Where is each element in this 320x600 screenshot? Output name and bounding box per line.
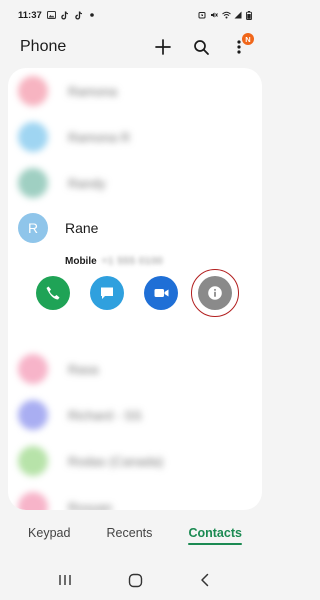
phone-icon — [46, 286, 60, 300]
notification-badge: N — [242, 33, 254, 45]
avatar — [18, 122, 48, 152]
dot-icon — [89, 11, 98, 19]
home-button[interactable] — [123, 568, 147, 592]
contact-name: Randy — [68, 175, 106, 191]
contact-row[interactable]: Ramona R — [8, 114, 262, 160]
contact-row[interactable]: Richard - SS — [8, 392, 262, 438]
wifi-icon — [222, 11, 231, 19]
contact-name: Rodas (Canada) — [68, 453, 164, 469]
gallery-icon — [46, 11, 56, 19]
avatar — [18, 354, 48, 384]
video-camera-icon — [154, 289, 168, 297]
call-button[interactable] — [36, 276, 70, 310]
tab-keypad[interactable]: Keypad — [20, 520, 78, 546]
status-bar: 11:37 — [0, 0, 270, 30]
contact-name: Rasa — [68, 361, 99, 377]
blurred-contacts-top: Ramona Ramona R Randy — [8, 68, 262, 206]
contact-actions — [8, 269, 262, 317]
alarm-icon — [198, 11, 206, 19]
avatar — [18, 400, 48, 430]
message-icon — [101, 287, 113, 299]
status-left: 11:37 — [18, 10, 98, 21]
contact-row[interactable]: Rasa — [8, 346, 262, 392]
more-options-button[interactable]: N — [228, 33, 254, 58]
tiktok-icon — [61, 11, 70, 20]
app-header: Phone N — [0, 30, 270, 64]
search-icon — [193, 39, 209, 55]
contact-name: Ramona — [68, 83, 118, 99]
contact-row[interactable]: Ramona — [8, 68, 262, 114]
avatar — [18, 446, 48, 476]
avatar — [18, 492, 48, 510]
contact-row[interactable]: Randy — [8, 160, 262, 206]
battery-icon — [246, 11, 254, 20]
contact-name: Ramona R — [68, 129, 131, 145]
signal-icon — [234, 11, 242, 19]
tab-recents[interactable]: Recents — [99, 520, 161, 546]
more-vertical-icon — [237, 40, 241, 54]
plus-icon — [155, 39, 171, 55]
system-nav-bar — [0, 560, 270, 600]
bottom-tab-bar: Keypad Recents Contacts — [0, 512, 270, 554]
mute-icon — [210, 11, 218, 19]
tiktok-icon — [75, 11, 84, 20]
contact-info-button[interactable] — [191, 269, 239, 317]
avatar: R — [18, 213, 48, 243]
status-right — [198, 11, 254, 20]
number-label: Mobile — [65, 256, 97, 267]
home-icon — [128, 573, 142, 587]
page-title: Phone — [20, 38, 67, 55]
contact-name: Roxyan — [68, 499, 113, 511]
tab-contacts[interactable]: Contacts — [180, 520, 249, 546]
avatar — [18, 168, 48, 198]
contact-header[interactable]: R Rane — [8, 212, 262, 244]
recent-apps-icon — [59, 575, 71, 585]
avatar — [18, 76, 48, 106]
contact-name: Richard - SS — [68, 407, 142, 423]
highlight-circle — [191, 269, 239, 317]
contact-number-row: Mobile +1 555 0100 — [8, 256, 262, 267]
contact-row[interactable]: Roxyan — [8, 484, 262, 510]
back-chevron-icon — [201, 573, 209, 587]
contact-list[interactable]: Ramona Ramona R Randy R Rane Mobile +1 555… — [8, 68, 262, 510]
status-time: 11:37 — [18, 9, 42, 21]
video-call-button[interactable] — [144, 276, 178, 310]
message-button[interactable] — [90, 276, 124, 310]
contact-row[interactable]: Rodas (Canada) — [8, 438, 262, 484]
add-contact-button[interactable] — [152, 36, 174, 58]
expanded-contact[interactable]: R Rane Mobile +1 555 0100 — [8, 206, 262, 346]
number-value: +1 555 0100 — [101, 256, 164, 267]
search-button[interactable] — [190, 36, 212, 58]
blurred-contacts-bottom: Rasa Richard - SS Rodas (Canada) Roxyan — [8, 346, 262, 510]
recent-apps-button[interactable] — [53, 568, 77, 592]
contact-name: Rane — [65, 220, 99, 236]
back-button[interactable] — [193, 568, 217, 592]
